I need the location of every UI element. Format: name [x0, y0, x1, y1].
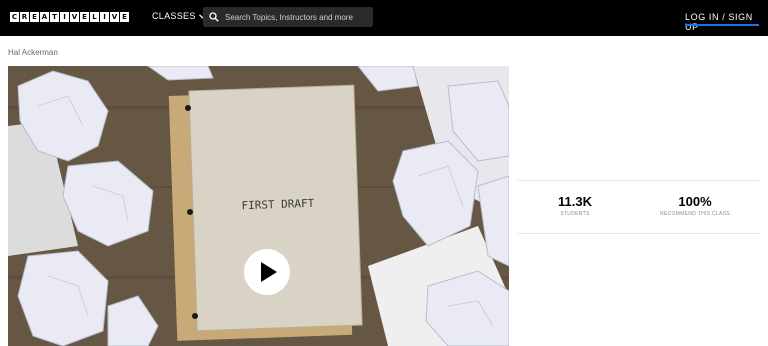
logo-letter: C: [10, 12, 19, 22]
search-input[interactable]: [225, 12, 365, 22]
logo-letter: L: [90, 12, 99, 22]
recommend-label: RECOMMEND THIS CLASS: [660, 211, 730, 217]
classes-menu[interactable]: CLASSES: [152, 11, 206, 21]
play-button[interactable]: [244, 249, 290, 295]
stats-divider-bottom: [517, 233, 759, 234]
thumbnail-title: FIRST DRAFT: [241, 197, 315, 213]
video-player[interactable]: FIRST DRAFT: [8, 66, 509, 346]
creativelive-logo[interactable]: C R E A T I V E L I V E: [10, 12, 129, 22]
logo-letter: E: [30, 12, 39, 22]
instructor-name[interactable]: Hal Ackerman: [8, 48, 58, 57]
play-icon: [261, 262, 277, 282]
students-count: 11.3K: [558, 194, 592, 209]
logo-letter: I: [100, 12, 109, 22]
search-bar[interactable]: [203, 7, 373, 27]
logo-letter: V: [70, 12, 79, 22]
logo-letter: E: [120, 12, 129, 22]
recommend-percent: 100%: [678, 194, 712, 209]
logo-letter: R: [20, 12, 29, 22]
login-underline: [685, 24, 759, 26]
students-label: STUDENTS: [560, 211, 590, 217]
stats-divider-top: [517, 180, 759, 181]
logo-letter: E: [80, 12, 89, 22]
logo-letter: T: [50, 12, 59, 22]
logo-letter: A: [40, 12, 49, 22]
logo-letter: V: [110, 12, 119, 22]
classes-label: CLASSES: [152, 11, 196, 21]
search-icon: [209, 12, 219, 22]
video-thumbnail: FIRST DRAFT: [8, 66, 509, 346]
logo-letter: I: [60, 12, 69, 22]
login-signup-link[interactable]: LOG IN / SIGN UP: [685, 12, 768, 32]
site-header: C R E A T I V E L I V E CLASSES LOG IN /…: [0, 0, 768, 36]
